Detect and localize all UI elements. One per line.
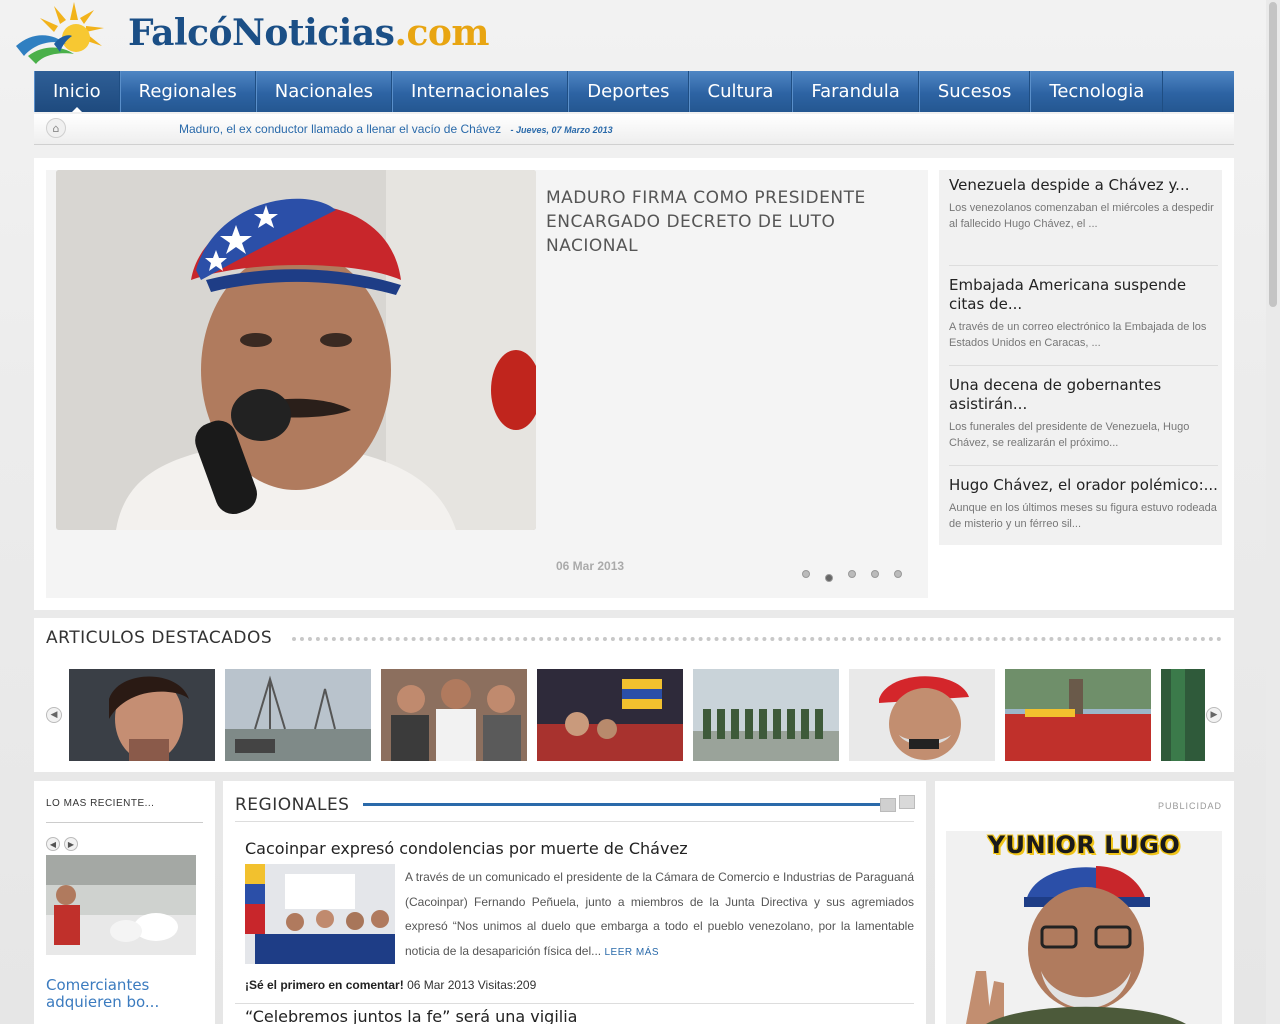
nav-item-deportes[interactable]: Deportes: [568, 71, 689, 112]
featured-title[interactable]: MADURO FIRMA COMO PRESIDENTE ENCARGADO D…: [546, 186, 896, 258]
ticker-date: - Jueves, 07 Marzo 2013: [510, 125, 613, 135]
nav-item-inicio[interactable]: Inicio: [34, 71, 120, 112]
recent-headline[interactable]: Comerciantes adquieren bo...: [46, 977, 206, 1011]
ticker-item[interactable]: Maduro, el ex conductor llamado a llenar…: [179, 122, 613, 136]
side-list-item[interactable]: Venezuela despide a Chávez y... Los vene…: [949, 176, 1218, 266]
nav-item-regionales[interactable]: Regionales: [119, 71, 256, 112]
section-title: LO MAS RECIENTE...: [46, 798, 155, 809]
side-list-item[interactable]: Hugo Chávez, el orador polémico:... Aunq…: [949, 476, 1218, 566]
prev-arrow-icon[interactable]: ◀: [46, 837, 60, 851]
featured-side-list: Venezuela despide a Chávez y... Los vene…: [939, 170, 1222, 545]
side-item-desc: Los venezolanos comenzaban el miércoles …: [949, 202, 1214, 230]
slider-dot-5[interactable]: [894, 570, 902, 578]
site-logo[interactable]: FalcóNoticias.com: [14, 0, 489, 68]
ad-banner[interactable]: YUNIOR LUGO: [946, 831, 1222, 1024]
slider-dot-2[interactable]: [825, 574, 833, 582]
article-image[interactable]: [245, 864, 395, 964]
section-title: REGIONALES: [235, 795, 350, 815]
recent-news-image[interactable]: [46, 855, 196, 955]
next-page-button[interactable]: [899, 795, 915, 809]
dotted-divider: [292, 637, 1222, 641]
divider: [235, 1003, 914, 1004]
slider-dot-4[interactable]: [871, 570, 879, 578]
slider-dot-3[interactable]: [848, 570, 856, 578]
man-with-microphone-photo: [56, 170, 536, 530]
featured-articles-section: ARTICULOS DESTACADOS ◀ ▶: [34, 618, 1234, 772]
press-conference-photo: [245, 864, 395, 964]
article-thumb[interactable]: [381, 669, 527, 761]
ad-label: PUBLICIDAD: [1157, 801, 1222, 811]
rally-photo: [537, 669, 683, 761]
ad-name: YUNIOR LUGO: [987, 831, 1181, 859]
side-item-desc: Los funerales del presidente de Venezuel…: [949, 421, 1190, 449]
press-crowd-photo: [381, 669, 527, 761]
read-more-link[interactable]: LEER MÁS: [604, 947, 659, 958]
divider: [46, 822, 203, 823]
recent-news-section: LO MAS RECIENTE... ◀ ▶ Comerciantes adqu…: [34, 781, 215, 1024]
article-thumb[interactable]: [69, 669, 215, 761]
carousel-next-icon[interactable]: ▶: [1206, 707, 1222, 723]
nav-item-sucesos[interactable]: Sucesos: [918, 71, 1031, 112]
side-item-title[interactable]: Embajada Americana suspende citas de...: [949, 276, 1218, 314]
street-crowd-photo: [1005, 669, 1151, 761]
side-list-item[interactable]: Una decena de gobernantes asistirán... L…: [949, 376, 1218, 466]
nav-item-cultura[interactable]: Cultura: [688, 71, 793, 112]
side-item-title[interactable]: Hugo Chávez, el orador polémico:...: [949, 476, 1218, 495]
logo-wordmark: FalcóNoticias.com: [128, 12, 489, 54]
nav-item-farandula[interactable]: Farandula: [792, 71, 919, 112]
nav-item-tecnologia[interactable]: Tecnologia: [1030, 71, 1164, 112]
section-title: ARTICULOS DESTACADOS: [46, 628, 287, 648]
nav-item-internacionales[interactable]: Internacionales: [392, 71, 569, 112]
military-formation-photo: [693, 669, 839, 761]
article-headline[interactable]: Cacoinpar expresó condolencias por muert…: [245, 839, 688, 858]
side-item-desc: A través de un correo electrónico la Emb…: [949, 321, 1207, 349]
shop-counter-photo: [46, 855, 196, 955]
article-thumb[interactable]: [537, 669, 683, 761]
article-thumb[interactable]: [1161, 669, 1205, 761]
sun-bird-logo-icon: [16, 2, 104, 64]
slider-pagination: [802, 570, 902, 582]
comment-link[interactable]: ¡Sé el primero en comentar!: [245, 978, 404, 992]
man-red-cap-photo: [849, 669, 995, 761]
featured-section: MADURO FIRMA COMO PRESIDENTE ENCARGADO D…: [34, 158, 1234, 610]
carousel-prev-icon[interactable]: ◀: [46, 707, 62, 723]
page: FalcóNoticias.com Inicio Regionales Naci…: [0, 0, 1280, 1024]
article-meta: ¡Sé el primero en comentar! 06 Mar 2013 …: [245, 978, 536, 992]
main-nav: Inicio Regionales Nacionales Internacion…: [34, 71, 1234, 112]
section-underline: [363, 803, 883, 806]
article-thumb[interactable]: [1005, 669, 1151, 761]
ticker-headline[interactable]: Maduro, el ex conductor llamado a llenar…: [179, 122, 501, 136]
advertising-section: PUBLICIDAD YUNIOR LUGO: [935, 781, 1234, 1024]
featured-slider: MADURO FIRMA COMO PRESIDENTE ENCARGADO D…: [46, 170, 928, 598]
side-item-title[interactable]: Una decena de gobernantes asistirán...: [949, 376, 1218, 414]
article-thumb[interactable]: [693, 669, 839, 761]
nav-item-nacionales[interactable]: Nacionales: [255, 71, 393, 112]
power-station-photo: [225, 669, 371, 761]
banner-photo: [1161, 669, 1205, 761]
next-arrow-icon[interactable]: ▶: [64, 837, 78, 851]
divider: [235, 821, 914, 822]
article-thumb[interactable]: [225, 669, 371, 761]
side-list-item[interactable]: Embajada Americana suspende citas de... …: [949, 276, 1218, 366]
side-item-title[interactable]: Venezuela despide a Chávez y...: [949, 176, 1218, 195]
article-carousel: [69, 669, 1205, 761]
candidate-portrait-photo: [946, 831, 1222, 1024]
woman-portrait-photo: [69, 669, 215, 761]
recent-pager: ◀ ▶: [46, 837, 78, 851]
article-headline[interactable]: “Celebremos juntos la fe” será una vigil…: [245, 1007, 577, 1024]
news-ticker: ⌂ Maduro, el ex conductor llamado a llen…: [34, 114, 1234, 145]
featured-image[interactable]: [56, 170, 536, 530]
article-summary: A través de un comunicado el presidente …: [405, 865, 914, 965]
featured-date: 06 Mar 2013: [556, 559, 625, 573]
article-date-visits: 06 Mar 2013 Visitas:209: [407, 978, 537, 992]
home-icon[interactable]: ⌂: [46, 118, 66, 138]
prev-page-button[interactable]: [880, 798, 896, 812]
side-item-desc: Aunque en los últimos meses su figura es…: [949, 502, 1217, 530]
article-body: A través de un comunicado el presidente …: [405, 870, 914, 958]
article-thumb[interactable]: [849, 669, 995, 761]
slider-dot-1[interactable]: [802, 570, 810, 578]
regional-news-section: REGIONALES Cacoinpar expresó condolencia…: [223, 781, 926, 1024]
